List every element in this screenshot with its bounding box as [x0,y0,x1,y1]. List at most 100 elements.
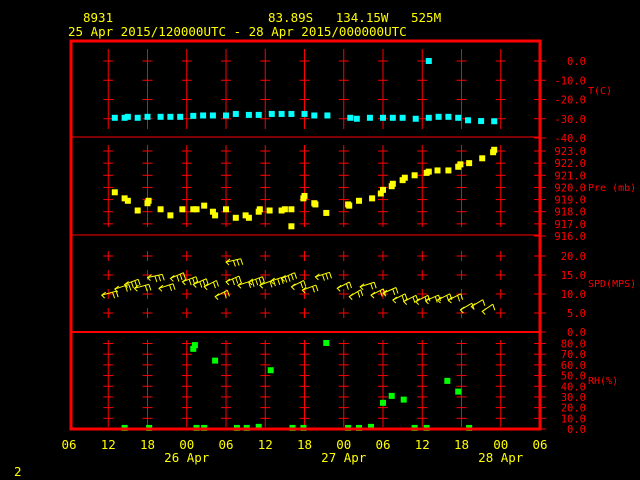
wind-barb-feather [112,292,116,299]
wind-barb-feather [188,279,192,286]
y-tick-label: -30.0 [554,114,586,126]
y-tick-label: 916.0 [554,231,586,243]
temperature-point [200,112,207,119]
wind-barb-head [225,278,231,286]
wind-barb-head [392,296,398,304]
wind-barb-feather [176,275,180,282]
x-date-label: 26 Apr [164,450,210,465]
y-tick-label: 15.0 [561,270,586,282]
temperature-point [445,113,452,120]
wind-barb-feather [315,284,319,292]
pressure-point [479,155,486,162]
wind-barb-feather [303,280,307,287]
y-tick-label: 0.0 [567,327,586,339]
y-tick-label: 918.0 [554,207,586,219]
temperature-point [232,110,239,117]
temperature-point [177,113,184,120]
y-tick-label: 921.0 [554,170,586,182]
wind-barb-feather [412,296,416,304]
temperature-point [478,118,485,125]
wind-barb-head [414,298,421,305]
wind-barb-head [314,273,320,281]
wind-barb [470,299,486,310]
rh-point [388,392,395,399]
wind-barb-feather [182,272,186,279]
wind-barb-feather [345,283,349,290]
temperature-point [144,113,151,120]
wind-barb-feather [492,304,496,311]
wind-barb [169,272,186,282]
wind-barb-feather [235,277,239,284]
wind-barb-feather [277,278,281,285]
wind-barb-feather [272,279,276,287]
wind-barb-feather [134,280,138,287]
wind-barb-head [290,283,296,291]
pressure-point [466,160,473,167]
pressure-point [281,206,288,213]
x-tick-label: 06 [375,437,390,452]
temperature-point [278,110,285,117]
temperature-point [111,114,118,121]
wind-barb [336,281,352,292]
pressure-point [323,209,330,216]
temperature-point [425,114,432,121]
wind-barb-head [181,278,187,286]
wind-barb-head [348,293,354,301]
y-tick-label: 919.0 [554,195,586,207]
pressure-point [312,201,319,208]
pressure-point [389,180,396,187]
pressure-point [301,192,308,199]
wind-barb-head [336,284,342,292]
wind-barb-head [237,281,243,289]
temperature-point [157,113,164,120]
pressure-point [346,202,353,209]
y-tick-label: 923.0 [554,146,586,158]
temperature-point [353,115,360,122]
y-tick-label: -10.0 [554,75,586,87]
wind-barb-feather [232,278,235,286]
station-timeseries-chart: 8931 83.89S 134.15W 525M 25 Apr 2015/120… [14,10,636,479]
wind-barb-head [214,293,220,301]
y-tick-label: 917.0 [554,219,586,231]
wind-barb [158,283,176,292]
wind-barb-feather [154,275,158,283]
wind-barb [203,280,219,291]
wind-barb-head [133,284,139,292]
rh-point [444,377,451,384]
pressure-point [193,206,200,213]
y-tick-label: 920.0 [554,182,586,194]
wind-barb-feather [158,275,162,282]
wind-barb-feather [287,275,291,282]
pressure-point [288,223,295,230]
wind-barb-feather [236,259,240,266]
pressure-point [245,214,252,221]
wind-barb-feather [329,272,332,279]
wind-barb-feather [137,279,141,286]
temperature-point [134,114,141,121]
wind-barb-feather [300,281,304,289]
wind-barb [214,289,230,301]
y-tick-label: -20.0 [554,95,586,107]
rh-point [191,342,198,349]
wind-barb-feather [144,285,148,292]
y-tick-label: 20.0 [561,251,586,263]
x-date-label: 27 Apr [321,450,367,465]
wind-barb-feather [482,299,486,306]
x-tick-label: 12 [415,437,430,452]
temperature-point [167,113,174,120]
temperature-point [491,118,498,125]
pressure-point [288,206,295,213]
wind-barb-feather [128,284,132,291]
wind-barb-feather [379,290,383,297]
temperature-point [268,110,275,117]
wind-barb [481,303,496,315]
pressure-axis-label: Pre (mb) [588,183,636,194]
wind-barb-head [370,291,376,299]
wind-barb-feather [255,279,259,286]
temperature-point [399,114,406,121]
wind-barb [459,302,475,314]
wind-barb-feather [199,281,203,288]
wind-barb-feather [216,280,219,287]
wind-axis-label: SPD(MPS) [588,279,636,290]
wind-barb-head [359,283,365,291]
